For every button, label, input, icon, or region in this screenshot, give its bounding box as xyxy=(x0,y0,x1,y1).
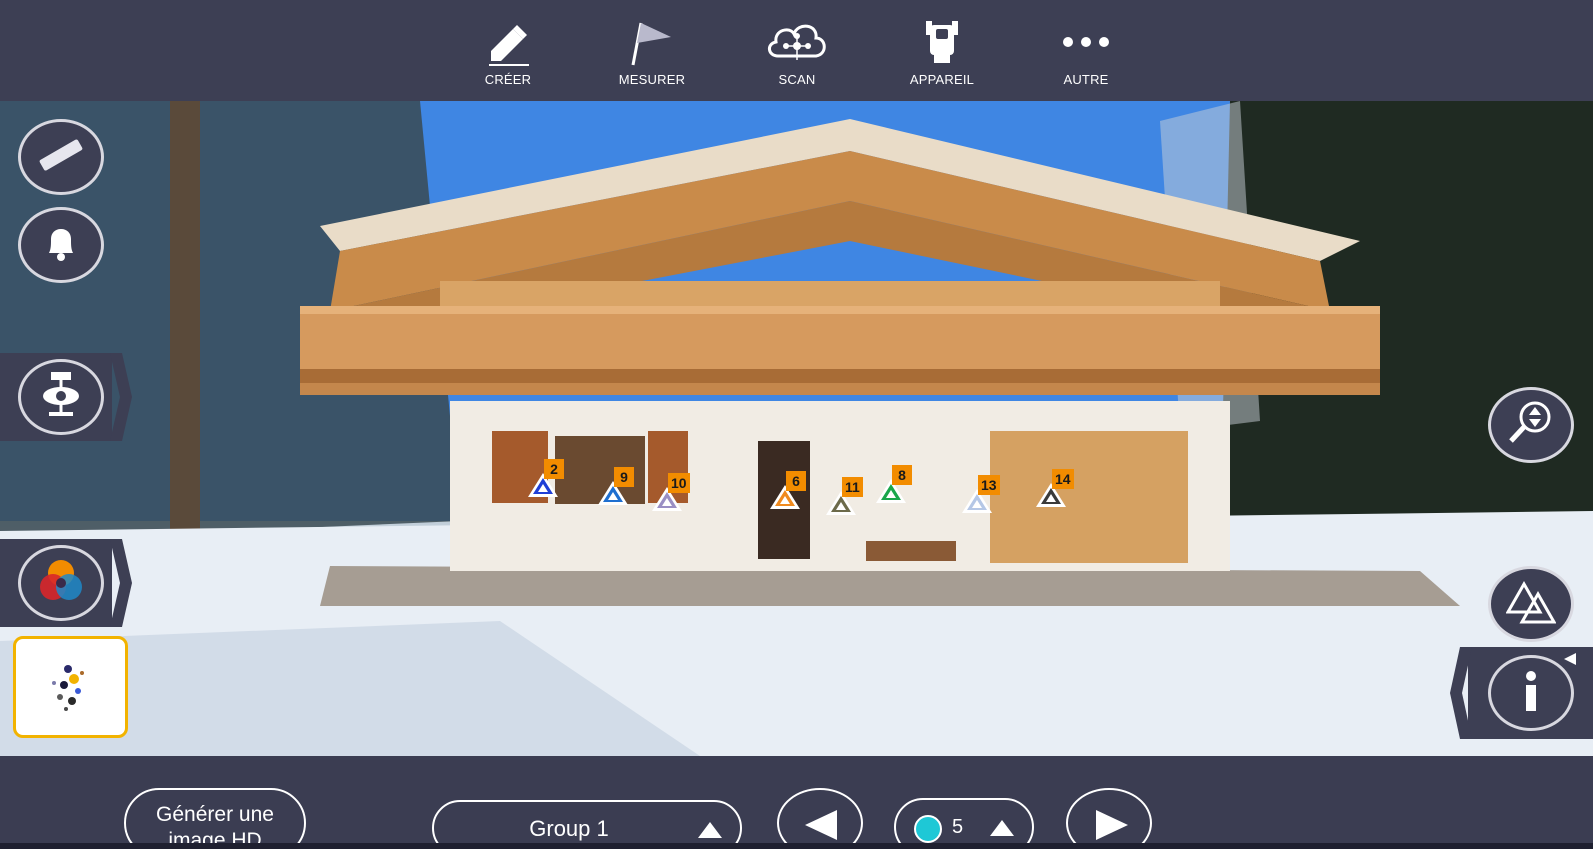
generate-hd-image-button[interactable]: Générer une image HD xyxy=(124,788,306,849)
point-cloud-thumbnail-icon xyxy=(52,665,84,711)
instrument-eye-icon xyxy=(39,370,83,425)
device-tool-label: APPAREIL xyxy=(909,72,975,87)
chevron-up-icon xyxy=(990,820,1014,836)
marker-label: 8 xyxy=(892,465,912,485)
color-drawer-chevron-icon[interactable] xyxy=(110,539,132,627)
scan-tool-label: SCAN xyxy=(778,72,816,87)
marker[interactable]: 9 xyxy=(596,467,634,509)
previous-button[interactable] xyxy=(777,788,863,849)
ruler-icon xyxy=(35,135,87,180)
top-toolbar: CRÉER MESURER SCAN APPAREIL AUTRE xyxy=(0,0,1593,101)
measure-tool-label: MESURER xyxy=(618,72,686,87)
marker-label: 10 xyxy=(668,473,690,493)
measure-tool-button[interactable]: MESURER xyxy=(597,14,707,94)
generate-hd-label-line1: Générer une xyxy=(156,803,274,826)
marker[interactable]: 6 xyxy=(768,471,806,513)
marker[interactable]: 11 xyxy=(824,477,863,519)
more-dots-icon xyxy=(1051,14,1121,70)
other-tool-button[interactable]: AUTRE xyxy=(1031,14,1141,94)
group-dropdown[interactable]: Group 1 xyxy=(432,800,742,849)
chevron-up-icon xyxy=(698,822,722,838)
create-tool-button[interactable]: CRÉER xyxy=(453,14,563,94)
marker-label: 14 xyxy=(1052,469,1074,489)
cloud-network-icon xyxy=(762,14,832,70)
triangles-button[interactable] xyxy=(1488,566,1574,642)
marker[interactable]: 8 xyxy=(874,465,912,507)
chalet-photo xyxy=(0,101,1593,756)
ruler-button[interactable] xyxy=(18,119,104,195)
total-station-icon xyxy=(907,14,977,70)
marker[interactable]: 2 xyxy=(526,459,564,501)
arrow-right-icon xyxy=(1096,810,1128,840)
next-button[interactable] xyxy=(1066,788,1152,849)
flag-icon xyxy=(617,14,687,70)
arrow-left-icon xyxy=(805,810,837,840)
scan-tool-button[interactable]: SCAN xyxy=(742,14,852,94)
point-color-dot xyxy=(914,815,942,843)
info-icon xyxy=(1521,669,1541,718)
point-dropdown-value: 5 xyxy=(952,816,964,838)
triangles-icon xyxy=(1505,580,1557,629)
instrument-drawer-chevron-icon[interactable] xyxy=(110,353,132,441)
color-circles-icon xyxy=(33,553,89,614)
info-drawer-chevron-icon[interactable] xyxy=(1450,647,1472,739)
device-tool-button[interactable]: APPAREIL xyxy=(887,14,997,94)
other-tool-label: AUTRE xyxy=(1063,72,1109,87)
info-corner-triangle-icon xyxy=(1564,653,1576,665)
bell-button[interactable] xyxy=(18,207,104,283)
marker[interactable]: 13 xyxy=(960,475,1000,517)
color-mode-button[interactable] xyxy=(18,545,104,621)
pencil-icon xyxy=(473,14,543,70)
point-dropdown[interactable]: 5 xyxy=(894,798,1034,849)
app-window: CRÉER MESURER SCAN APPAREIL AUTRE 2 9 10… xyxy=(0,0,1593,849)
bottom-bar: Générer une image HD Group 1 5 xyxy=(0,756,1593,849)
bottom-edge xyxy=(0,843,1593,849)
marker-label: 13 xyxy=(978,475,1000,495)
marker[interactable]: 10 xyxy=(650,473,690,515)
marker[interactable]: 14 xyxy=(1034,469,1074,511)
marker-label: 11 xyxy=(842,477,863,497)
instrument-view-button[interactable] xyxy=(18,359,104,435)
marker-label: 6 xyxy=(786,471,806,491)
create-tool-label: CRÉER xyxy=(484,72,532,87)
marker-label: 2 xyxy=(544,459,564,479)
zoom-button[interactable] xyxy=(1488,387,1574,463)
bell-icon xyxy=(41,223,81,268)
zoom-icon xyxy=(1505,399,1557,452)
point-cloud-thumbnail[interactable] xyxy=(13,636,128,738)
panorama-view[interactable]: 2 9 10 6 11 8 13 14 xyxy=(0,101,1593,756)
group-dropdown-value: Group 1 xyxy=(529,816,609,841)
marker-label: 9 xyxy=(614,467,634,487)
